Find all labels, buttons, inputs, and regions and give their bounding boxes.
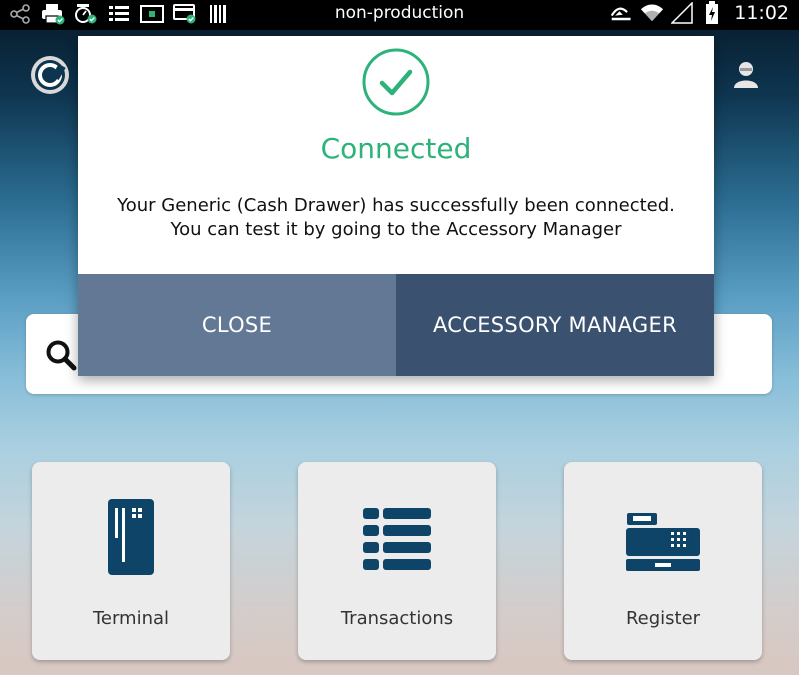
status-bar: non-production 11:02 bbox=[0, 0, 799, 30]
dialog-title: Connected bbox=[320, 132, 472, 165]
tile-label: Transactions bbox=[340, 608, 454, 629]
terminal-icon bbox=[108, 499, 154, 575]
wifi-icon bbox=[640, 2, 664, 24]
clock: 11:02 bbox=[734, 2, 789, 24]
dialog-message-line1: Your Generic (Cash Drawer) has successfu… bbox=[117, 195, 675, 216]
close-button[interactable]: CLOSE bbox=[78, 274, 396, 376]
dialog-message-line2: You can test it by going to the Accessor… bbox=[170, 219, 622, 240]
register-icon bbox=[626, 513, 700, 571]
status-icons-right: 11:02 bbox=[610, 1, 789, 24]
tile-terminal[interactable]: Terminal bbox=[32, 462, 230, 660]
signal-icon bbox=[670, 2, 694, 24]
transactions-icon bbox=[363, 508, 431, 570]
battery-charging-icon bbox=[700, 1, 724, 24]
tile-label: Terminal bbox=[92, 608, 170, 629]
app-logo-icon[interactable] bbox=[30, 55, 70, 95]
tile-label: Register bbox=[625, 608, 701, 629]
check-circle-icon bbox=[362, 48, 430, 116]
search-icon[interactable] bbox=[44, 338, 78, 372]
accessory-manager-button[interactable]: ACCESSORY MANAGER bbox=[396, 274, 714, 376]
tile-register[interactable]: Register bbox=[564, 462, 762, 660]
tile-transactions[interactable]: Transactions bbox=[298, 462, 496, 660]
user-avatar-icon[interactable] bbox=[732, 60, 760, 90]
dialog-message: Your Generic (Cash Drawer) has successfu… bbox=[78, 194, 714, 242]
cast-icon bbox=[610, 2, 634, 24]
connected-dialog: Connected Your Generic (Cash Drawer) has… bbox=[78, 36, 714, 376]
